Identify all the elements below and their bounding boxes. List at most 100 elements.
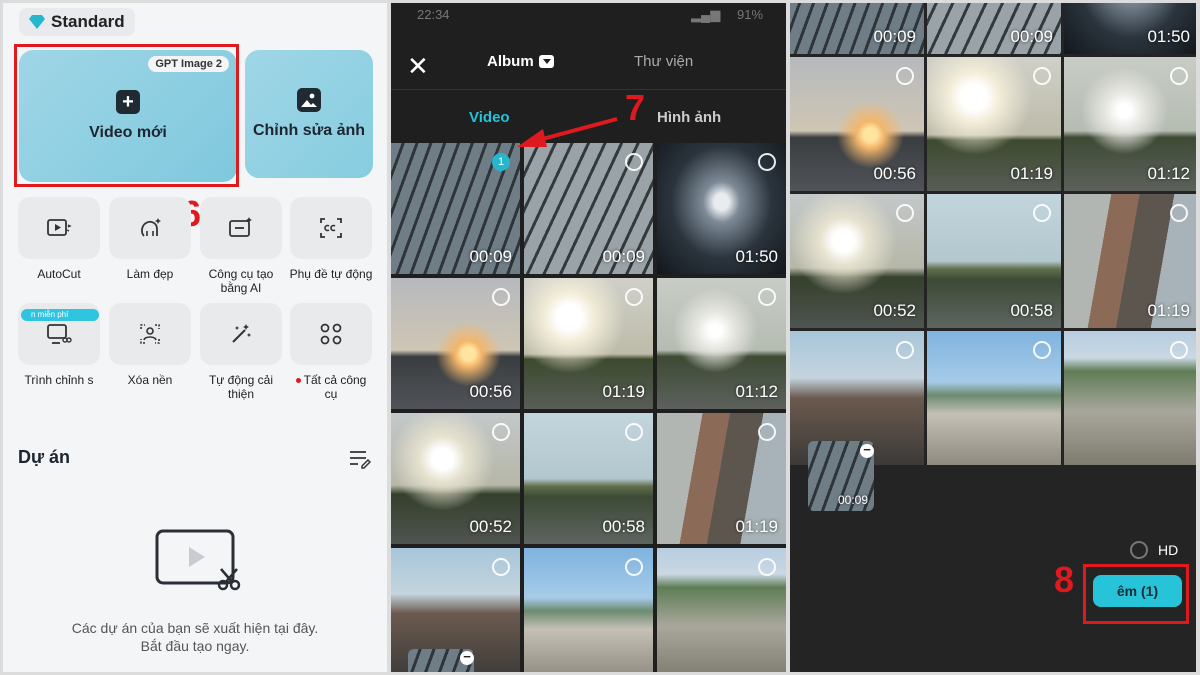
remove-clip-icon[interactable]: − <box>860 443 874 458</box>
media-thumbnail[interactable]: 01:50 <box>1064 3 1196 54</box>
plan-badge[interactable]: Standard <box>19 8 135 36</box>
filter-video[interactable]: Video <box>469 109 510 126</box>
select-circle-icon[interactable] <box>896 67 914 85</box>
tab-album[interactable]: Album <box>487 53 554 70</box>
media-thumbnail[interactable]: 01:19 <box>657 413 786 544</box>
tool-label: Tự động cải thiện <box>208 373 274 402</box>
tool-beauty[interactable]: Làm đẹp <box>108 197 192 281</box>
tab-library[interactable]: Thư viện <box>634 53 693 70</box>
select-circle-icon[interactable] <box>1170 204 1188 222</box>
media-thumbnail[interactable]: 00:56 <box>391 278 520 409</box>
media-thumbnail[interactable]: 00:58 <box>524 413 653 544</box>
ai-creator-icon <box>229 217 252 237</box>
tool-autocut[interactable]: AutoCut <box>17 197 101 281</box>
filter-images[interactable]: Hình ảnh <box>657 109 721 126</box>
tool-label: Phụ đề tự động <box>289 267 373 281</box>
gpt-image-badge: GPT Image 2 <box>148 56 229 72</box>
tool-label: Xóa nền <box>127 373 173 387</box>
media-thumbnail[interactable]: 00:09 <box>927 3 1061 54</box>
empty-projects-cta: Bắt đầu tạo ngay. <box>140 638 250 655</box>
step-number-8: 8 <box>1054 559 1075 600</box>
media-thumbnail[interactable] <box>1064 331 1196 465</box>
edit-photo-button[interactable]: Chỉnh sửa ảnh <box>245 50 373 178</box>
select-circle-icon[interactable] <box>625 423 643 441</box>
media-thumbnail[interactable]: 00:09 <box>790 3 924 54</box>
edit-photo-label: Chỉnh sửa ảnh <box>252 122 366 139</box>
free-tag: n miễn phí <box>21 309 99 321</box>
clip-duration: 01:12 <box>1147 164 1190 183</box>
image-icon <box>297 88 321 112</box>
select-circle-icon[interactable] <box>1033 204 1051 222</box>
hd-label: HD <box>1158 542 1179 558</box>
select-circle-icon[interactable] <box>1170 341 1188 359</box>
clip-duration: 01:12 <box>735 382 778 401</box>
media-thumbnail[interactable]: 01:19 <box>927 57 1061 191</box>
tool-auto-captions[interactable]: Phụ đề tự động <box>289 197 373 281</box>
new-video-button[interactable]: GPT Image 2 + Video mới <box>19 50 237 182</box>
tool-all-tools[interactable]: Tất cả công cụ <box>289 303 373 402</box>
clip-duration: 00:09 <box>602 247 645 266</box>
clip-duration: 00:58 <box>602 517 645 536</box>
select-circle-icon[interactable] <box>758 558 776 576</box>
media-thumbnail[interactable]: 00:09 <box>524 143 653 274</box>
select-circle-icon[interactable] <box>1170 67 1188 85</box>
media-thumbnail[interactable]: 01:19 <box>1064 194 1196 328</box>
grid-icon <box>320 323 342 345</box>
select-circle-icon[interactable] <box>1033 67 1051 85</box>
magic-wand-icon <box>232 324 251 343</box>
hd-radio <box>1130 541 1148 559</box>
clip-duration: 01:19 <box>1147 301 1190 320</box>
media-thumbnail[interactable]: 00:52 <box>790 194 924 328</box>
hd-toggle[interactable]: HD <box>1130 541 1178 559</box>
clip-duration: 00:09 <box>1010 27 1053 46</box>
select-circle-icon[interactable] <box>625 153 643 171</box>
media-thumbnail[interactable]: 01:50 <box>657 143 786 274</box>
media-thumbnail[interactable]: 00:52 <box>391 413 520 544</box>
edit-list-icon[interactable] <box>349 449 371 469</box>
media-thumbnail[interactable]: 00:56 <box>790 57 924 191</box>
clip-duration: 01:50 <box>735 247 778 266</box>
media-thumbnail[interactable]: 00:09 1 <box>391 143 520 274</box>
add-button[interactable]: êm (1) <box>1093 575 1182 607</box>
screenshot: Standard GPT Image 2 + Video mới Chỉnh s… <box>0 0 1200 675</box>
signal-icon: ▂▄▆ <box>691 7 721 22</box>
tool-label: Công cụ tạo bằng AI <box>208 267 274 296</box>
empty-project-icon <box>155 529 241 591</box>
clip-duration: 00:52 <box>469 517 512 536</box>
select-circle-icon[interactable] <box>625 558 643 576</box>
clip-duration: 00:09 <box>873 27 916 46</box>
status-time: 22:34 <box>417 7 450 22</box>
step-number-7: 7 <box>625 87 646 128</box>
media-thumbnail[interactable]: 01:12 <box>657 278 786 409</box>
tool-label: Tất cả công cụ <box>303 373 367 402</box>
close-button[interactable]: ✕ <box>407 53 429 79</box>
media-thumbnail[interactable]: 00:58 <box>927 194 1061 328</box>
tab-album-label: Album <box>487 53 534 70</box>
select-circle-icon[interactable] <box>1033 341 1051 359</box>
select-circle-icon[interactable] <box>758 153 776 171</box>
media-thumbnail[interactable]: 01:12 <box>1064 57 1196 191</box>
select-circle-icon[interactable] <box>896 341 914 359</box>
selected-badge[interactable]: 1 <box>492 153 510 171</box>
select-circle-icon[interactable] <box>625 288 643 306</box>
media-thumbnail[interactable]: 01:19 <box>524 278 653 409</box>
select-circle-icon[interactable] <box>492 558 510 576</box>
tool-auto-enhance[interactable]: Tự động cải thiện <box>199 303 283 402</box>
clip-duration: 00:56 <box>469 382 512 401</box>
new-video-label: Video mới <box>89 124 167 141</box>
tool-label: Làm đẹp <box>126 267 174 281</box>
media-thumbnail[interactable] <box>657 548 786 672</box>
tool-remove-background[interactable]: Xóa nền <box>108 303 192 387</box>
media-thumbnail[interactable] <box>524 548 653 672</box>
select-circle-icon[interactable] <box>758 288 776 306</box>
chevron-down-icon <box>538 55 554 68</box>
tool-ai-creator[interactable]: Công cụ tạo bằng AI <box>199 197 283 296</box>
clip-duration: 01:19 <box>602 382 645 401</box>
select-circle-icon[interactable] <box>492 423 510 441</box>
select-circle-icon[interactable] <box>492 288 510 306</box>
select-circle-icon[interactable] <box>896 204 914 222</box>
remove-clip-icon[interactable]: − <box>460 650 474 665</box>
select-circle-icon[interactable] <box>758 423 776 441</box>
media-thumbnail[interactable] <box>927 331 1061 465</box>
new-dot <box>295 378 301 384</box>
